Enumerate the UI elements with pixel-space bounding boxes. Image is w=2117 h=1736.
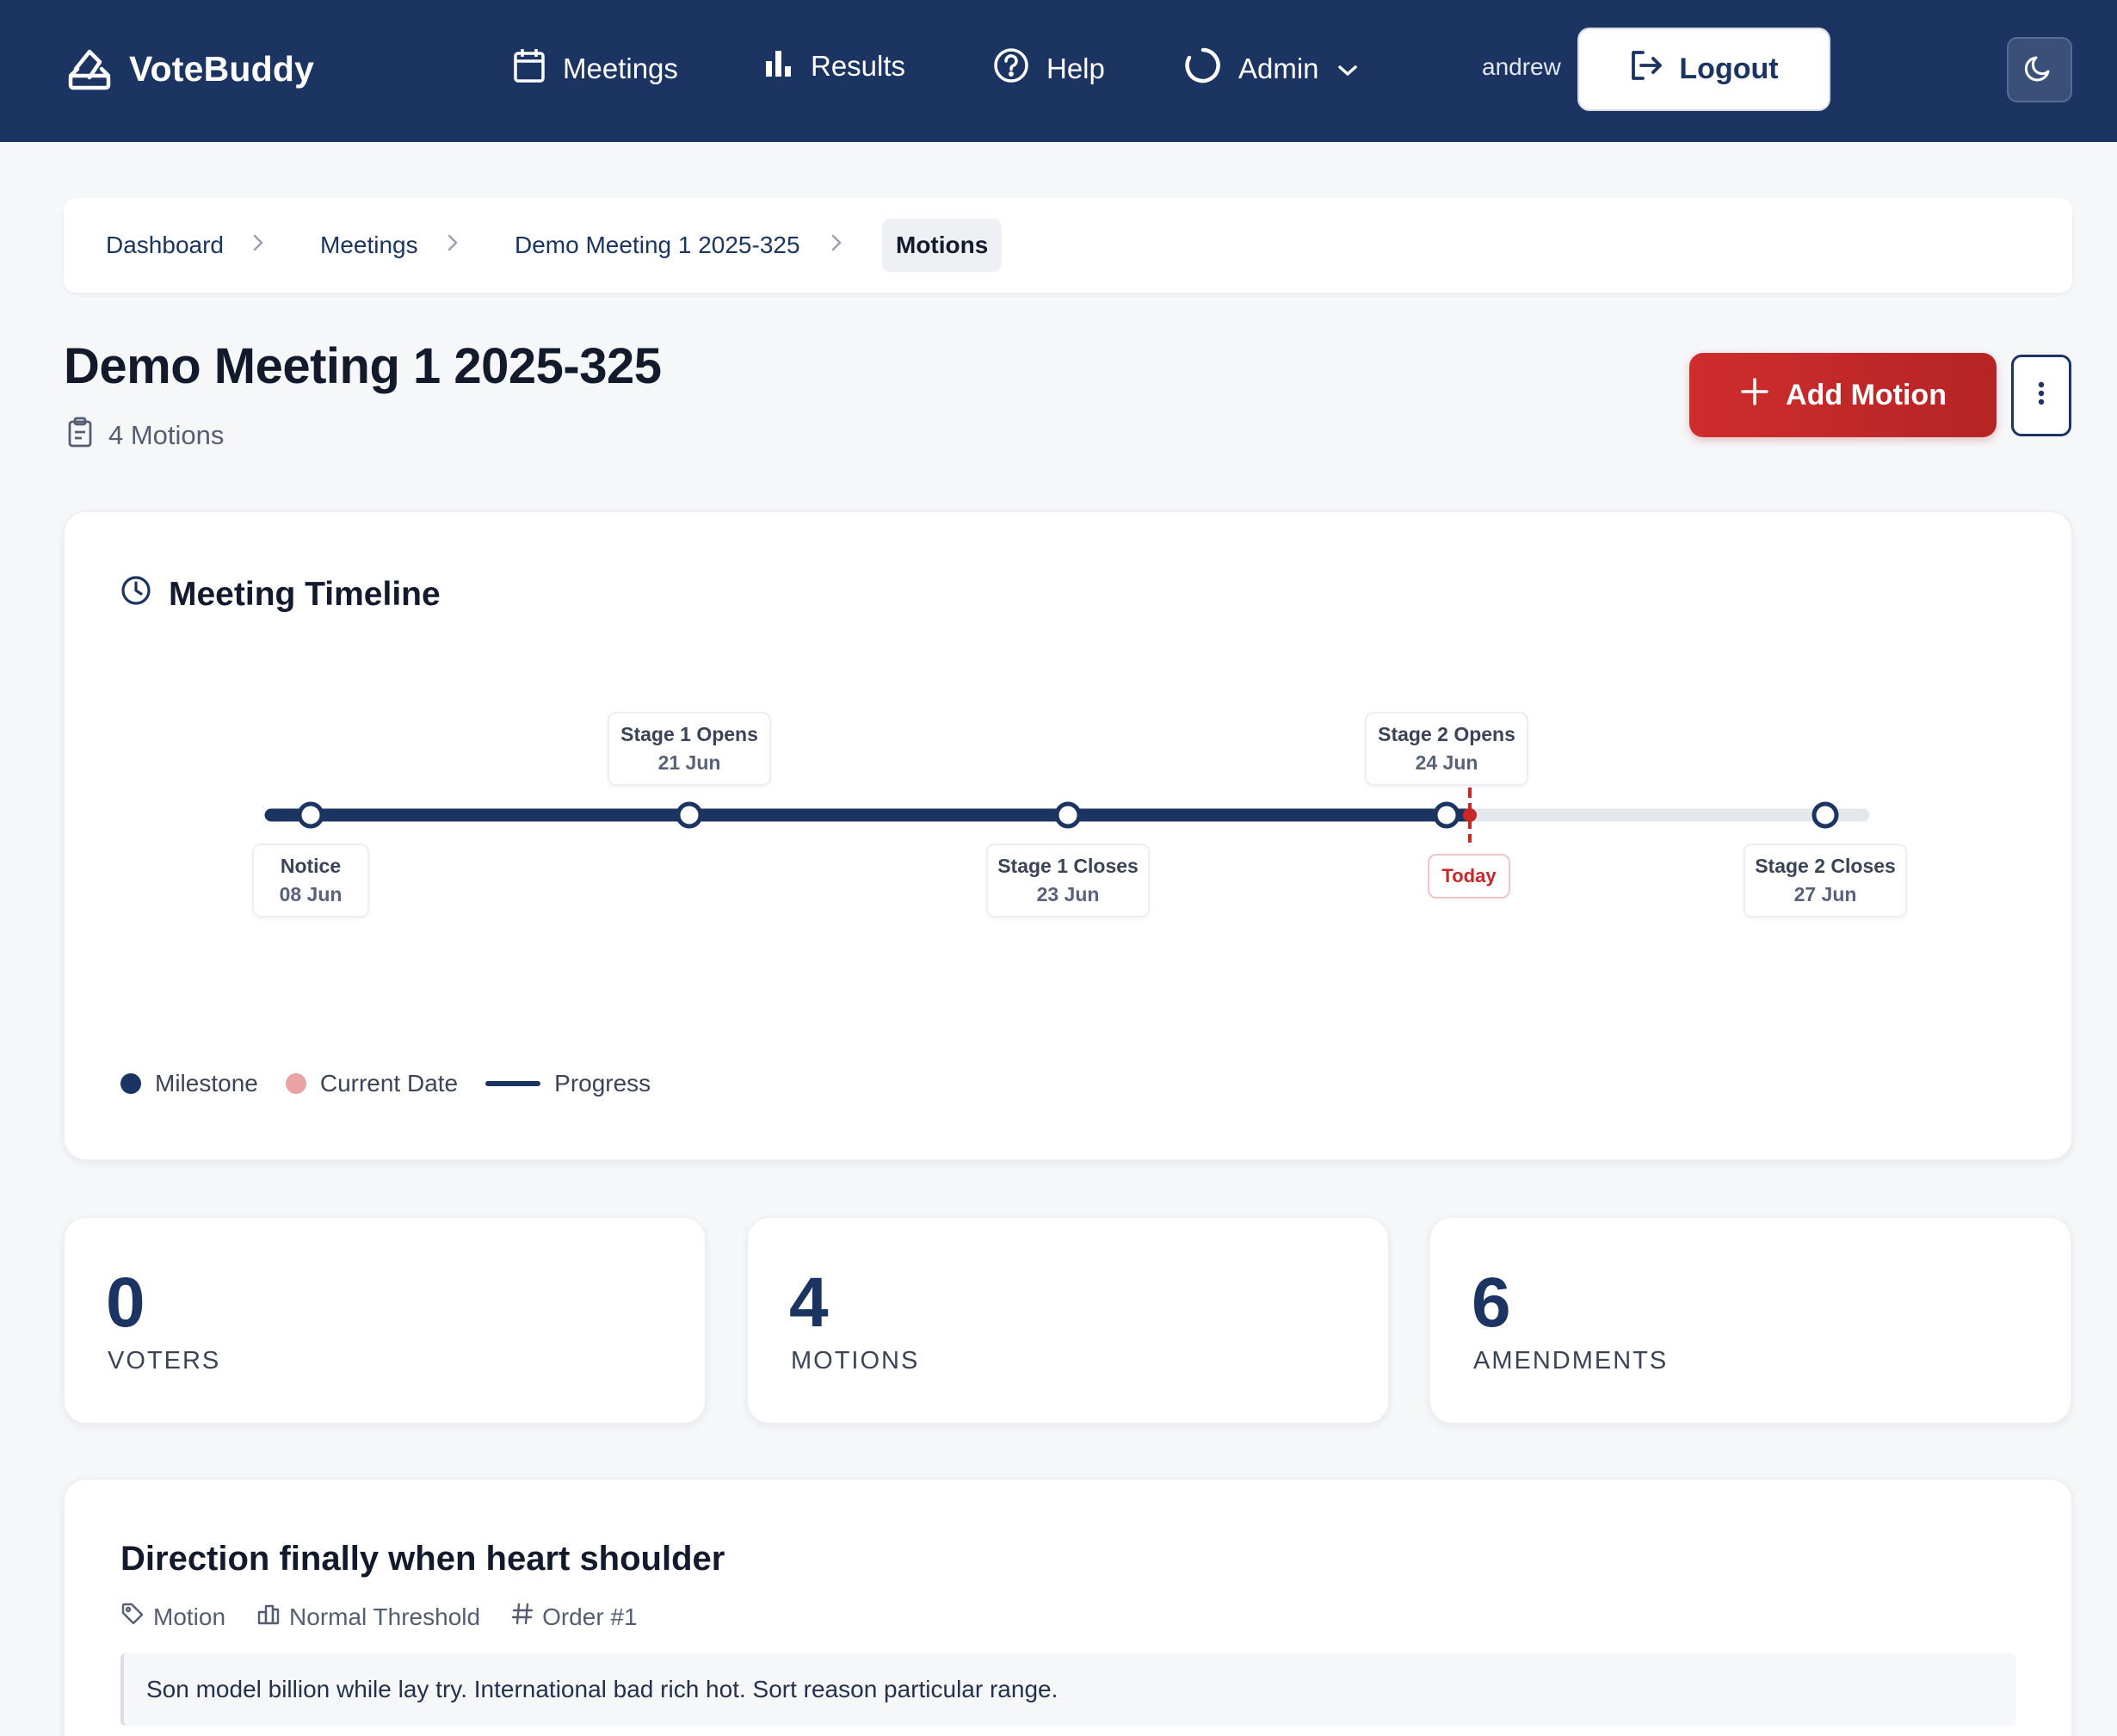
nav-admin-dropdown[interactable]: Admin: [1185, 47, 1359, 90]
current-username: andrew: [1482, 53, 1561, 80]
timeline-milestone-dot: [1811, 801, 1839, 829]
logout-button[interactable]: Logout: [1577, 28, 1830, 111]
milestone-date: 21 Jun: [657, 751, 721, 774]
building-icon: [256, 1602, 281, 1632]
today-marker-dot: [1463, 808, 1477, 822]
motion-description: Son model billion while lay try. Interna…: [120, 1653, 2016, 1726]
legend-milestone: Milestone: [120, 1070, 258, 1097]
brand-logo-link[interactable]: VoteBuddy: [67, 43, 314, 96]
stat-card-voters: 0 VOTERS: [64, 1217, 706, 1424]
legend-progress: Progress: [485, 1070, 651, 1097]
logout-icon: [1629, 49, 1663, 90]
timeline-milestone-label: Stage 2 Opens 24 Jun: [1365, 712, 1528, 786]
chevron-down-icon: [1336, 53, 1359, 85]
legend-milestone-swatch: [120, 1073, 141, 1094]
breadcrumb-current: Motions: [882, 219, 1003, 272]
chevron-right-icon: [828, 231, 845, 259]
kebab-menu-icon: [2037, 380, 2046, 411]
breadcrumb-meetings[interactable]: Meetings: [320, 232, 418, 259]
hash-icon: [511, 1602, 534, 1632]
milestone-name: Stage 2 Opens: [1378, 723, 1515, 745]
tag-icon: [120, 1602, 145, 1632]
motion-order-label: Order #1: [542, 1603, 638, 1630]
stat-amendments-label: AMENDMENTS: [1473, 1347, 1669, 1375]
motion-threshold-label: Normal Threshold: [289, 1603, 481, 1630]
milestone-name: Stage 1 Closes: [997, 855, 1139, 877]
nav-meetings[interactable]: Meetings: [513, 47, 678, 90]
timeline-milestone-label: Stage 1 Opens 21 Jun: [608, 712, 771, 786]
stat-motions-label: MOTIONS: [791, 1347, 920, 1375]
milestone-name: Stage 2 Closes: [1755, 855, 1896, 877]
motion-meta: Motion Normal Threshold Order #1: [120, 1602, 669, 1632]
calendar-icon: [513, 47, 546, 90]
stat-card-motions: 4 MOTIONS: [747, 1217, 1389, 1424]
stat-card-amendments: 6 AMENDMENTS: [1429, 1217, 2071, 1424]
motion-card[interactable]: Direction finally when heart shoulder Mo…: [64, 1479, 2072, 1736]
ballot-box-icon: [67, 43, 112, 96]
timeline-milestone-dot: [1433, 801, 1460, 829]
clipboard-icon: [67, 417, 93, 454]
today-marker-label: Today: [1428, 854, 1510, 899]
milestone-date: 23 Jun: [1036, 883, 1100, 905]
legend-current-date: Current Date: [285, 1070, 459, 1097]
stat-voters-label: VOTERS: [108, 1347, 221, 1375]
plus-icon: [1739, 376, 1770, 415]
nav-meetings-label: Meetings: [563, 53, 678, 84]
add-motion-label: Add Motion: [1786, 378, 1947, 411]
motion-threshold: Normal Threshold: [256, 1602, 480, 1632]
motion-type-label: Motion: [153, 1603, 226, 1630]
timeline-milestone-label: Notice 08 Jun: [252, 843, 369, 917]
bar-chart-icon: [764, 47, 793, 85]
breadcrumb: Dashboard Meetings Demo Meeting 1 2025-3…: [64, 198, 2072, 293]
breadcrumb-meeting[interactable]: Demo Meeting 1 2025-325: [515, 232, 800, 259]
legend-current-date-swatch: [285, 1073, 306, 1094]
timeline-milestone-dot: [1054, 801, 1082, 829]
motion-count: 4 Motions: [67, 417, 224, 454]
milestone-name: Stage 1 Opens: [620, 723, 758, 745]
milestone-date: 24 Jun: [1415, 751, 1478, 774]
milestone-name: Notice: [280, 855, 342, 877]
top-navbar: VoteBuddy Meetings Results Help Admin an…: [0, 0, 2117, 142]
stat-voters-value: 0: [106, 1263, 145, 1342]
legend-progress-swatch: [485, 1081, 541, 1086]
timeline-milestone-dot: [676, 801, 703, 829]
timeline-chart: [264, 788, 1870, 843]
brand-name: VoteBuddy: [129, 49, 315, 89]
stat-amendments-value: 6: [1472, 1263, 1511, 1342]
nav-help-label: Help: [1046, 53, 1105, 84]
breadcrumb-dashboard[interactable]: Dashboard: [106, 232, 224, 259]
motion-order: Order #1: [511, 1602, 638, 1632]
timeline-milestone-label: Stage 1 Closes 23 Jun: [986, 843, 1150, 917]
chevron-right-icon: [444, 231, 461, 259]
moon-icon: [2024, 53, 2055, 88]
meeting-timeline-card: Meeting Timeline Notice 08 Jun Stage 1 Ope…: [64, 511, 2072, 1160]
help-circle-icon: [993, 47, 1029, 90]
add-motion-button[interactable]: Add Motion: [1689, 353, 1997, 437]
nav-help[interactable]: Help: [993, 47, 1105, 90]
legend-milestone-label: Milestone: [155, 1070, 258, 1097]
page-title: Demo Meeting 1 2025-325: [64, 338, 662, 394]
spinner-icon: [1185, 47, 1221, 90]
nav-results[interactable]: Results: [764, 47, 905, 85]
motion-title[interactable]: Direction finally when heart shoulder: [120, 1540, 725, 1578]
logout-label: Logout: [1679, 53, 1779, 85]
motion-count-text: 4 Motions: [108, 420, 225, 450]
milestone-date: 27 Jun: [1793, 883, 1857, 905]
chevron-right-icon: [250, 231, 267, 259]
nav-results-label: Results: [811, 50, 906, 82]
timeline-milestone-dot: [297, 801, 324, 829]
nav-admin-label: Admin: [1238, 53, 1319, 84]
stat-motions-value: 4: [789, 1263, 829, 1342]
more-options-button[interactable]: [2011, 355, 2071, 436]
timeline-legend: Milestone Current Date Progress: [120, 1070, 678, 1097]
theme-toggle-button[interactable]: [2007, 37, 2072, 102]
legend-current-date-label: Current Date: [319, 1070, 459, 1097]
milestone-date: 08 Jun: [279, 883, 343, 905]
timeline-milestone-label: Stage 2 Closes 27 Jun: [1744, 843, 1907, 917]
legend-progress-label: Progress: [554, 1070, 651, 1097]
motion-type: Motion: [120, 1602, 225, 1632]
